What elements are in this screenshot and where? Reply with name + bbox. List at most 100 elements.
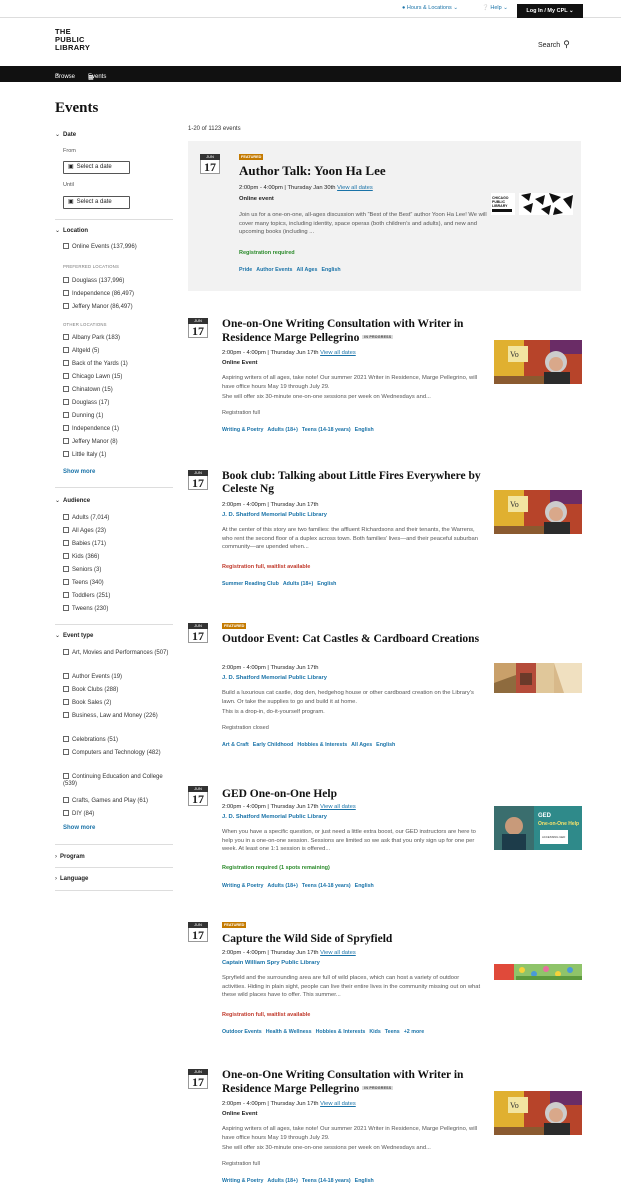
filter-checkbox[interactable]: Douglass (17): [63, 399, 109, 407]
event-tag[interactable]: English: [317, 581, 336, 587]
event-tag[interactable]: English: [355, 1178, 374, 1184]
filter-checkbox[interactable]: All Ages (23): [63, 527, 106, 535]
event-tag[interactable]: Adults (18+): [283, 581, 313, 587]
view-all-dates-link[interactable]: View all dates: [320, 950, 356, 956]
filter-checkbox[interactable]: Toddlers (251): [63, 592, 110, 600]
date-until-picker[interactable]: ▣ Select a date: [63, 196, 130, 209]
event-card[interactable]: JUN 17 One-on-One Writing Consultation w…: [188, 1069, 582, 1197]
event-tag[interactable]: Adults (18+): [267, 883, 297, 889]
event-tag[interactable]: Adults (18+): [267, 427, 297, 433]
filter-checkbox[interactable]: Seniors (3): [63, 566, 101, 574]
event-tag[interactable]: Writing & Poetry: [222, 1178, 263, 1184]
event-card[interactable]: JUN 17 GED One-on-One Help 2:00pm - 4:00…: [188, 786, 582, 901]
filter-checkbox[interactable]: Crafts, Games and Play (61): [63, 797, 148, 805]
view-all-dates-link[interactable]: View all dates: [337, 185, 373, 191]
filter-checkbox[interactable]: Babies (171): [63, 540, 106, 548]
filter-checkbox[interactable]: Continuing Education and College (539): [63, 773, 171, 788]
filter-checkbox[interactable]: Dunning (1): [63, 412, 103, 420]
event-tag[interactable]: Writing & Poetry: [222, 427, 263, 433]
filter-location-header[interactable]: ⌄ Location: [55, 227, 88, 234]
event-title[interactable]: One-on-One Writing Consultation with Wri…: [222, 1069, 492, 1096]
event-tag[interactable]: Summer Reading Club: [222, 581, 279, 587]
help-link[interactable]: ❔ Help ⌄: [482, 5, 508, 11]
filter-checkbox[interactable]: Author Events (19): [63, 673, 122, 681]
event-title[interactable]: Author Talk: Yoon Ha Lee: [239, 164, 509, 177]
view-all-dates-link[interactable]: View all dates: [320, 804, 356, 810]
event-tag[interactable]: Outdoor Events: [222, 1029, 262, 1035]
event-title[interactable]: One-on-One Writing Consultation with Wri…: [222, 318, 492, 345]
filter-checkbox[interactable]: Independence (86,497): [63, 290, 134, 298]
filter-checkbox[interactable]: Celebrations (51): [63, 736, 118, 744]
event-tag[interactable]: Teens (14-18 years): [302, 427, 351, 433]
filter-audience-header[interactable]: ⌄ Audience: [55, 497, 90, 504]
filter-checkbox[interactable]: Chicago Lawn (15): [63, 373, 122, 381]
filter-checkbox[interactable]: Jeffery Manor (86,497): [63, 303, 133, 311]
search-button[interactable]: Search ⚲: [538, 39, 570, 50]
filter-checkbox[interactable]: Albany Park (183): [63, 334, 120, 342]
event-tag[interactable]: Hobbies & Interests: [316, 1029, 366, 1035]
filter-checkbox[interactable]: Business, Law and Money (226): [63, 712, 171, 720]
chicago-public-library-thumbnail[interactable]: CHICAGO PUBLIC LIBRARY: [489, 189, 575, 219]
event-tag[interactable]: Art & Craft: [222, 742, 249, 748]
event-tag[interactable]: Teens (14-18 years): [302, 883, 351, 889]
filter-checkbox[interactable]: Back of the Yards (1): [63, 360, 128, 368]
event-card[interactable]: JUN 17 FEATURED Author Talk: Yoon Ha Lee…: [188, 141, 581, 291]
library-logo[interactable]: THE PUBLIC LIBRARY: [55, 28, 90, 52]
filter-checkbox[interactable]: Online Events (137,996): [63, 243, 137, 251]
ged-help-thumbnail[interactable]: GED One-on-One Help ACCESSING GED: [494, 806, 582, 850]
more-tags-link[interactable]: +2 more: [404, 1029, 424, 1035]
event-card[interactable]: JUN 17 Book club: Talking about Little F…: [188, 470, 582, 595]
filter-checkbox[interactable]: Chinatown (15): [63, 386, 113, 394]
filter-checkbox[interactable]: Book Sales (2): [63, 699, 111, 707]
event-card[interactable]: JUN 17 FEATURED Outdoor Event: Cat Castl…: [188, 623, 582, 763]
event-title[interactable]: GED One-on-One Help: [222, 788, 492, 801]
event-tag[interactable]: Author Events: [256, 267, 292, 273]
event-title[interactable]: Outdoor Event: Cat Castles & Cardboard C…: [222, 633, 492, 646]
writer-photo-thumbnail[interactable]: Vo: [494, 340, 582, 384]
event-tag[interactable]: Early Childhood: [253, 742, 294, 748]
event-tag[interactable]: English: [321, 267, 340, 273]
event-tag[interactable]: Teens (14-18 years): [302, 1178, 351, 1184]
filter-date-header[interactable]: ⌄ Date: [55, 131, 76, 138]
filter-event-type-header[interactable]: ⌄ Event type: [55, 632, 93, 639]
filter-checkbox[interactable]: Altgeld (5): [63, 347, 99, 355]
writer-photo-thumbnail[interactable]: Vo: [494, 490, 582, 534]
view-all-dates-link[interactable]: View all dates: [320, 350, 356, 356]
filter-checkbox[interactable]: Book Clubs (288): [63, 686, 118, 694]
event-location[interactable]: J. D. Shatford Memorial Public Library: [222, 675, 327, 681]
filter-language-header[interactable]: › Language: [55, 876, 88, 882]
hours-locations-link[interactable]: ● Hours & Locations ⌄: [402, 5, 458, 11]
event-card[interactable]: JUN 17 One-on-One Writing Consultation w…: [188, 318, 582, 448]
event-card[interactable]: JUN 17 FEATURED Capture the Wild Side of…: [188, 922, 582, 1047]
writer-photo-thumbnail[interactable]: Vo: [494, 1091, 582, 1135]
event-tag[interactable]: Kids: [369, 1029, 380, 1035]
event-tag[interactable]: Adults (18+): [267, 1178, 297, 1184]
event-tag[interactable]: Health & Wellness: [266, 1029, 312, 1035]
filter-checkbox[interactable]: Art, Movies and Performances (507): [63, 649, 171, 657]
event-tag[interactable]: Writing & Poetry: [222, 883, 263, 889]
event-location[interactable]: Captain William Spry Public Library: [222, 960, 320, 966]
filter-checkbox[interactable]: Adults (7,014): [63, 514, 109, 522]
filter-checkbox[interactable]: Jeffery Manor (8): [63, 438, 118, 446]
event-tag[interactable]: English: [376, 742, 395, 748]
filter-checkbox[interactable]: Douglass (137,996): [63, 277, 124, 285]
event-title[interactable]: Book club: Talking about Little Fires Ev…: [222, 470, 492, 496]
filter-program-header[interactable]: › Program: [55, 854, 85, 860]
filter-checkbox[interactable]: Independence (1): [63, 425, 119, 433]
browse-menu[interactable]: Browse ⌄: [55, 70, 75, 80]
location-show-more[interactable]: Show more: [63, 469, 95, 475]
event-type-show-more[interactable]: Show more: [63, 825, 95, 831]
event-location[interactable]: J. D. Shatford Memorial Public Library: [222, 512, 327, 518]
view-all-dates-link[interactable]: View all dates: [320, 1101, 356, 1107]
filter-checkbox[interactable]: Teens (340): [63, 579, 104, 587]
filter-checkbox[interactable]: Little Italy (1): [63, 451, 106, 459]
event-tag[interactable]: Hobbies & Interests: [297, 742, 347, 748]
filter-checkbox[interactable]: DIY (84): [63, 810, 94, 818]
event-tag[interactable]: Teens: [385, 1029, 400, 1035]
date-from-picker[interactable]: ▣ Select a date: [63, 161, 130, 174]
filter-checkbox[interactable]: Computers and Technology (482): [63, 749, 171, 757]
event-tag[interactable]: All Ages: [351, 742, 372, 748]
filter-checkbox[interactable]: Tweens (230): [63, 605, 108, 613]
event-tag[interactable]: Pride: [239, 267, 252, 273]
event-title[interactable]: Capture the Wild Side of Spryfield: [222, 933, 492, 946]
